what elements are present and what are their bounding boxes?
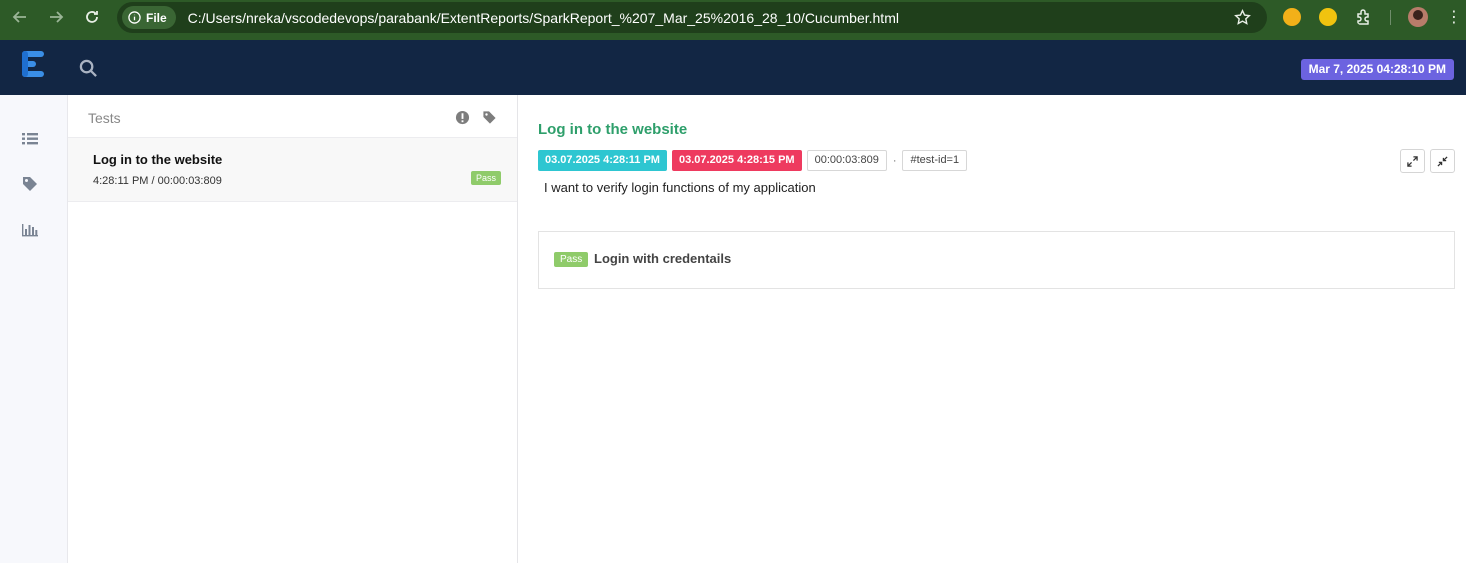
extensions-puzzle-icon[interactable]: [1355, 8, 1373, 26]
test-id-badge: #test-id=1: [902, 150, 968, 171]
back-icon[interactable]: [2, 0, 38, 34]
extension-icon-1[interactable]: [1283, 8, 1301, 26]
test-list-icon[interactable]: [21, 130, 39, 148]
test-description: I want to verify login functions of my a…: [544, 180, 816, 195]
site-info-chip[interactable]: File: [122, 6, 176, 29]
test-list-item[interactable]: Log in to the website 4:28:11 PM / 00:00…: [68, 138, 517, 202]
toolbar-divider: [1390, 10, 1391, 25]
test-item-name: Log in to the website: [93, 152, 223, 167]
report-header: Mar 7, 2025 04:28:10 PM: [0, 40, 1466, 95]
test-list-panel: Tests Log in to the website 4:28:11 PM /…: [68, 95, 518, 563]
info-icon: [128, 11, 141, 24]
file-label: File: [146, 10, 167, 25]
side-nav: [0, 95, 68, 563]
collapse-button[interactable]: [1430, 149, 1455, 173]
address-bar[interactable]: File C:/Users/nreka/vscodedevops/paraban…: [117, 2, 1267, 33]
bookmark-star-icon[interactable]: [1234, 9, 1251, 26]
test-detail-panel: Log in to the website 03.07.2025 4:28:11…: [518, 95, 1466, 563]
search-icon[interactable]: [79, 59, 98, 78]
test-title: Log in to the website: [538, 121, 688, 138]
test-list-title: Tests: [88, 110, 121, 126]
status-filter-icon[interactable]: [455, 110, 470, 125]
tag-filter-icon[interactable]: [482, 110, 497, 125]
expand-button[interactable]: [1400, 149, 1425, 173]
scenario-card[interactable]: Pass Login with credentails: [538, 231, 1455, 289]
test-meta-row: 03.07.2025 4:28:11 PM 03.07.2025 4:28:15…: [538, 150, 968, 171]
status-badge: Pass: [470, 171, 501, 185]
end-time-badge: 03.07.2025 4:28:15 PM: [671, 150, 802, 171]
browser-toolbar: File C:/Users/nreka/vscodedevops/paraban…: [0, 0, 1466, 40]
start-time-badge: 03.07.2025 4:28:11 PM: [538, 150, 667, 171]
duration-badge: 00:00:03:809: [806, 150, 887, 171]
report-date-badge: Mar 7, 2025 04:28:10 PM: [1300, 59, 1454, 80]
test-item-time: 4:28:11 PM / 00:00:03:809: [93, 175, 222, 187]
scenario-name: Login with credentails: [594, 251, 732, 266]
extension-icon-2[interactable]: [1319, 8, 1337, 26]
dashboard-chart-icon[interactable]: [21, 220, 39, 238]
forward-icon[interactable]: [38, 0, 74, 34]
scenario-status-badge: Pass: [554, 252, 589, 267]
profile-avatar[interactable]: [1408, 7, 1428, 27]
url-text[interactable]: C:/Users/nreka/vscodedevops/parabank/Ext…: [188, 10, 899, 26]
expand-icon: [1407, 155, 1418, 167]
browser-menu-icon[interactable]: ⋮: [1446, 9, 1462, 27]
reload-icon[interactable]: [74, 0, 110, 34]
meta-separator: ·: [892, 154, 897, 167]
extent-logo-icon: [22, 51, 44, 77]
test-list-header: Tests: [68, 95, 517, 138]
tags-icon[interactable]: [21, 175, 39, 193]
collapse-icon: [1437, 155, 1448, 167]
